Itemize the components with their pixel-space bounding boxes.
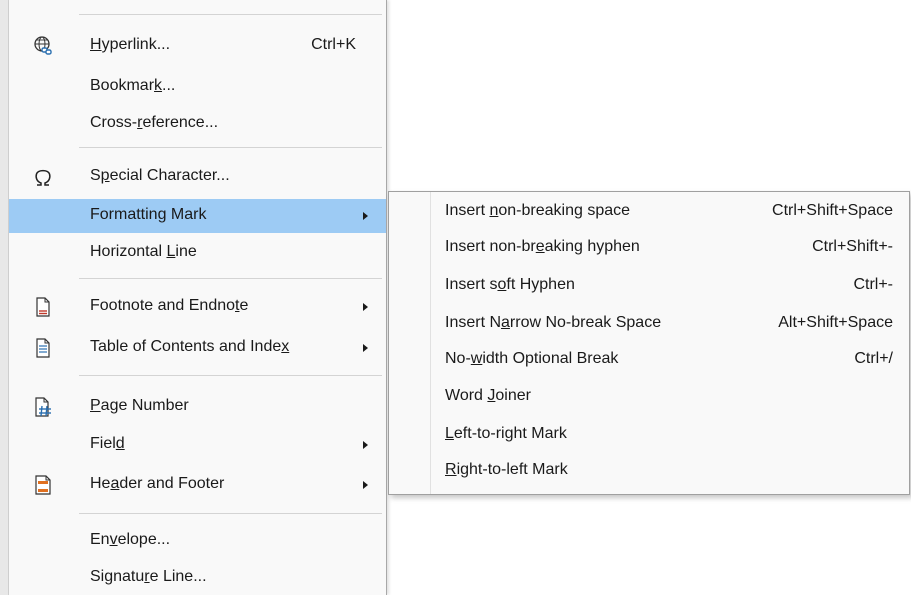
menu-item-label: Special Character... xyxy=(90,167,230,184)
submenu-item-shortcut: Alt+Shift+Space xyxy=(778,314,893,331)
submenu-arrow-icon xyxy=(363,212,368,220)
submenu-item-soft-hyphen[interactable]: Insert soft Hyphen Ctrl+- xyxy=(389,269,909,303)
submenu-item-shortcut: Ctrl+- xyxy=(853,276,893,293)
menu-item-footnote-endnote[interactable]: Footnote and Endnote xyxy=(9,290,386,324)
menu-item-special-character[interactable]: Special Character... xyxy=(9,160,386,194)
menu-item-label: Horizontal Line xyxy=(90,243,197,260)
menu-item-shortcut: Ctrl+K xyxy=(311,36,356,53)
menu-item-envelope[interactable]: Envelope... xyxy=(9,524,386,558)
page-number-icon xyxy=(32,396,54,418)
menu-item-bookmark[interactable]: Bookmark... xyxy=(9,70,386,104)
submenu-item-shortcut: Ctrl+Shift+Space xyxy=(772,202,893,219)
menu-item-table-of-contents[interactable]: Table of Contents and Index xyxy=(9,331,386,365)
menu-item-label: Footnote and Endnote xyxy=(90,297,249,314)
submenu-item-narrow-no-break-space[interactable]: Insert Narrow No-break Space Alt+Shift+S… xyxy=(389,307,909,341)
menu-separator xyxy=(79,513,382,514)
submenu-item-label: Insert non-breaking space xyxy=(445,202,631,219)
submenu-item-label: Right-to-left Mark xyxy=(445,461,568,478)
submenu-item-non-breaking-hyphen[interactable]: Insert non-breaking hyphen Ctrl+Shift+- xyxy=(389,231,909,265)
menu-item-label: Page Number xyxy=(90,397,189,414)
menu-separator xyxy=(79,375,382,376)
document-edge xyxy=(0,0,9,595)
menu-item-page-number[interactable]: Page Number xyxy=(9,390,386,424)
menu-item-horizontal-line[interactable]: Horizontal Line xyxy=(9,236,386,270)
footnote-icon xyxy=(32,296,54,318)
submenu-arrow-icon xyxy=(363,481,368,489)
menu-separator xyxy=(79,14,382,15)
submenu-arrow-icon xyxy=(363,441,368,449)
submenu-item-label: Insert non-breaking hyphen xyxy=(445,238,640,255)
menu-item-label: Hyperlink... xyxy=(90,36,171,53)
header-footer-icon xyxy=(32,474,54,496)
menu-item-label: Bookmark... xyxy=(90,77,176,94)
submenu-arrow-icon xyxy=(363,344,368,352)
menu-item-label: Cross-reference... xyxy=(90,114,219,131)
submenu-item-left-to-right-mark[interactable]: Left-to-right Mark xyxy=(389,418,909,452)
submenu-item-no-width-optional-break[interactable]: No-width Optional Break Ctrl+/ xyxy=(389,343,909,377)
menu-item-formatting-mark[interactable]: Formatting Mark xyxy=(9,199,386,233)
submenu-item-shortcut: Ctrl+Shift+- xyxy=(812,238,893,255)
toc-icon xyxy=(32,337,54,359)
menu-item-hyperlink[interactable]: Hyperlink... Ctrl+K xyxy=(9,29,386,63)
formatting-mark-submenu: Insert non-breaking space Ctrl+Shift+Spa… xyxy=(388,191,910,495)
submenu-item-right-to-left-mark[interactable]: Right-to-left Mark xyxy=(389,454,909,488)
submenu-arrow-icon xyxy=(363,303,368,311)
submenu-item-label: Insert soft Hyphen xyxy=(445,276,575,293)
menu-item-field[interactable]: Field xyxy=(9,428,386,462)
submenu-item-shortcut: Ctrl+/ xyxy=(854,350,893,367)
submenu-item-non-breaking-space[interactable]: Insert non-breaking space Ctrl+Shift+Spa… xyxy=(389,195,909,229)
menu-item-label: Signature Line... xyxy=(90,568,207,585)
menu-item-cross-reference[interactable]: Cross-reference... xyxy=(9,107,386,141)
globe-link-icon xyxy=(32,35,54,57)
menu-separator xyxy=(79,147,382,148)
submenu-item-word-joiner[interactable]: Word Joiner xyxy=(389,380,909,414)
menu-item-label: Header and Footer xyxy=(90,475,225,492)
menu-item-signature-line[interactable]: Signature Line... xyxy=(9,561,386,595)
menu-item-label: Envelope... xyxy=(90,531,171,548)
omega-icon xyxy=(32,166,54,188)
insert-menu: Hyperlink... Ctrl+K Bookmark... Cross-re… xyxy=(9,0,387,595)
menu-separator xyxy=(79,278,382,279)
submenu-item-label: Insert Narrow No-break Space xyxy=(445,314,662,331)
submenu-item-label: Word Joiner xyxy=(445,387,531,404)
menu-item-label: Field xyxy=(90,435,125,452)
menu-item-label: Formatting Mark xyxy=(90,206,207,223)
submenu-item-label: Left-to-right Mark xyxy=(445,425,567,442)
submenu-item-label: No-width Optional Break xyxy=(445,350,619,367)
menu-item-header-footer[interactable]: Header and Footer xyxy=(9,468,386,502)
menu-item-label: Table of Contents and Index xyxy=(90,338,290,355)
